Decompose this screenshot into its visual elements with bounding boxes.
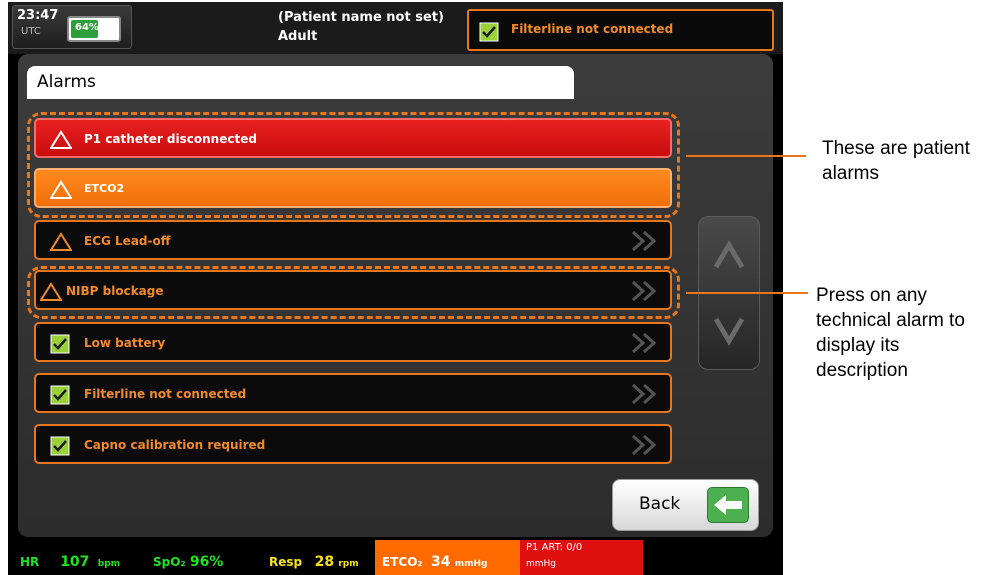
- alarm-row-filterline[interactable]: Filterline not connected: [34, 373, 672, 413]
- etco2-label: ETCO₂: [382, 555, 423, 569]
- scroll-down-button[interactable]: [713, 313, 745, 347]
- alarm-label: NIBP blockage: [66, 284, 164, 298]
- arrow-left-icon: [714, 495, 742, 515]
- back-arrow-icon: [707, 487, 749, 523]
- battery-icon: 64%: [67, 16, 121, 42]
- warning-triangle-icon: [50, 180, 72, 199]
- checkbox-icon: [50, 385, 70, 405]
- chevron-right-icon: [631, 434, 657, 456]
- spo2-label: SpO₂: [153, 555, 186, 569]
- battery-percent: 64%: [75, 22, 99, 33]
- chevron-right-icon: [631, 383, 657, 405]
- status-bar: 23:47 UTC 64% (Patient name not set) Adu…: [8, 2, 783, 54]
- back-button[interactable]: Back: [612, 479, 759, 531]
- resp-unit: rpm: [338, 559, 359, 569]
- clock-time: 23:47: [17, 8, 59, 23]
- chevron-right-icon: [631, 280, 657, 302]
- hr-label: HR: [20, 555, 40, 569]
- panel-title-tab: Alarms: [27, 66, 574, 99]
- warning-triangle-icon: [50, 232, 72, 251]
- hr-numeric: HR 107 bpm: [20, 554, 120, 575]
- alarm-row-nibp-blockage[interactable]: NIBP blockage: [34, 270, 672, 310]
- patient-name[interactable]: (Patient name not set): [278, 10, 444, 25]
- resp-numeric: Resp 28 rpm: [269, 554, 359, 575]
- scroll-up-button[interactable]: [713, 239, 745, 273]
- checkbox-icon: [50, 436, 70, 456]
- technical-alarm-annotation: Press on any technical alarm to display …: [816, 285, 965, 381]
- alarm-row-etco2[interactable]: ETCO2: [34, 168, 672, 208]
- warning-triangle-icon: [40, 282, 62, 301]
- page-title: Alarms: [37, 72, 96, 92]
- alarm-row-capno-calibration[interactable]: Capno calibration required: [34, 424, 672, 464]
- warning-triangle-icon: [50, 130, 72, 149]
- back-button-label: Back: [639, 494, 681, 514]
- etco2-unit: mmHg: [454, 559, 488, 569]
- chevron-right-icon: [631, 332, 657, 354]
- hr-value: 107: [60, 554, 90, 570]
- patient-alarms-callout-line: [686, 155, 806, 157]
- numerics-bar: HR 107 bpm SpO₂ 96% Resp 28 rpm ETCO₂ 34…: [8, 540, 783, 575]
- spo2-value: 96%: [189, 554, 224, 570]
- alarm-row-low-battery[interactable]: Low battery: [34, 322, 672, 362]
- alarm-label: Capno calibration required: [84, 438, 266, 452]
- alarm-label: Filterline not connected: [84, 387, 247, 401]
- clock-utc-label: UTC: [21, 26, 41, 37]
- patient-type[interactable]: Adult: [278, 29, 317, 44]
- alarm-label: Low battery: [84, 336, 166, 350]
- alarm-label: P1 catheter disconnected: [84, 132, 257, 146]
- resp-label: Resp: [269, 555, 303, 569]
- chevron-right-icon: [631, 230, 657, 252]
- alarm-row-p1-catheter[interactable]: P1 catheter disconnected: [34, 118, 672, 158]
- alarm-label: ECG Lead-off: [84, 234, 171, 248]
- checkbox-icon: [50, 334, 70, 354]
- alarms-panel: Alarms P1 catheter disconnected ETCO2 EC…: [18, 54, 773, 537]
- etco2-value: 34: [431, 554, 451, 570]
- resp-value: 28: [314, 554, 335, 570]
- p1-art-unit: mmHg: [526, 559, 557, 569]
- alarm-row-ecg-lead-off[interactable]: ECG Lead-off: [34, 220, 672, 260]
- etco2-numeric: ETCO₂ 34 mmHg: [382, 554, 487, 575]
- spo2-numeric: SpO₂ 96%: [153, 554, 223, 575]
- technical-alarm-callout-line: [686, 292, 808, 294]
- monitor-screen: 23:47 UTC 64% (Patient name not set) Adu…: [8, 2, 783, 575]
- alarm-label: ETCO2: [84, 182, 125, 195]
- status-alarm-indicator[interactable]: Filterline not connected: [467, 9, 774, 51]
- patient-alarms-annotation: These are patient alarms: [822, 138, 970, 184]
- hr-unit: bpm: [97, 559, 121, 569]
- clock-battery-box: 23:47 UTC 64%: [12, 5, 132, 49]
- checkbox-icon: [479, 22, 499, 42]
- status-alarm-text: Filterline not connected: [511, 22, 674, 36]
